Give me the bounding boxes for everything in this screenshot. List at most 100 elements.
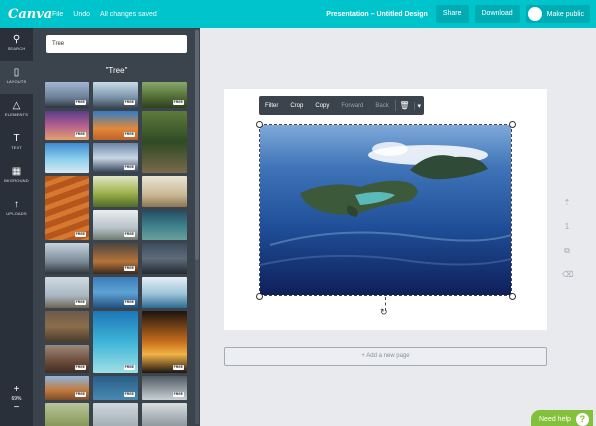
page-number: 1 <box>564 222 570 231</box>
image-thumb[interactable]: FREE <box>142 311 187 373</box>
image-thumb[interactable]: FREE <box>93 277 138 308</box>
page-side-tools: ⇡ 1 ⧉ ⌫ <box>562 191 573 287</box>
copy-button[interactable]: Copy <box>309 103 335 109</box>
image-thumb[interactable]: FREE <box>93 376 138 400</box>
background-icon: ▦ <box>11 166 22 177</box>
image-thumb[interactable] <box>45 311 89 342</box>
image-thumb[interactable] <box>45 143 89 173</box>
image-thumb[interactable] <box>142 176 187 207</box>
question-icon: ? <box>575 412 589 426</box>
image-thumb[interactable] <box>93 403 138 426</box>
need-help-button[interactable]: Need help ? <box>531 410 593 426</box>
image-thumb[interactable]: FREE <box>45 111 89 140</box>
add-page-button[interactable]: + Add a new page <box>224 347 547 366</box>
image-thumb[interactable]: FREE <box>93 243 138 274</box>
free-badge: FREE <box>74 300 86 305</box>
rail-label-background: BKGROUND <box>4 178 29 183</box>
free-badge: FREE <box>74 100 86 105</box>
resize-handle-top-left[interactable] <box>256 121 263 128</box>
top-bar: Canva File Undo All changes saved Presen… <box>0 0 596 28</box>
image-thumb[interactable] <box>142 403 187 426</box>
rail-item-background[interactable]: ▦ BKGROUND <box>0 160 33 193</box>
upload-icon: ↑ <box>14 199 19 210</box>
zoom-out-button[interactable]: − <box>0 402 33 414</box>
free-badge: FREE <box>123 232 135 237</box>
resize-handle-top-right[interactable] <box>509 121 516 128</box>
rail-label-uploads: UPLOADS <box>6 211 27 216</box>
back-button[interactable]: Back <box>369 103 394 109</box>
elements-icon: △ <box>12 100 21 111</box>
rail-item-text[interactable]: T TEXT <box>0 127 33 160</box>
free-badge: FREE <box>123 300 135 305</box>
move-up-icon[interactable]: ⇡ <box>562 191 572 215</box>
filter-button[interactable]: Filter <box>259 103 284 109</box>
rail-item-layouts[interactable]: ▯ LAYOUTS <box>0 61 33 94</box>
free-badge: FREE <box>123 165 135 170</box>
rail-label-search: SEARCH <box>7 46 26 51</box>
image-thumb[interactable]: FREE <box>93 111 138 140</box>
results-title: "Tree" <box>105 66 128 75</box>
rail-item-elements[interactable]: △ ELEMENTS <box>0 94 33 127</box>
canva-logo[interactable]: Canva <box>8 7 52 22</box>
image-thumb[interactable]: FREE <box>93 311 138 373</box>
image-thumb[interactable]: FREE <box>45 345 89 373</box>
free-badge: FREE <box>74 232 86 237</box>
image-thumb[interactable]: FREE <box>93 210 138 240</box>
trash-icon[interactable]: 🗑 <box>395 101 413 110</box>
save-status: All changes saved <box>100 10 157 18</box>
image-thumb[interactable] <box>45 243 89 274</box>
image-thumb[interactable]: FREE <box>93 82 138 108</box>
need-help-label: Need help <box>539 415 571 423</box>
search-input[interactable]: Tree <box>46 35 187 53</box>
image-thumb[interactable] <box>45 403 89 426</box>
rail-item-uploads[interactable]: ↑ UPLOADS <box>0 193 33 226</box>
document-title[interactable]: Presentation – Untitled Design <box>326 11 428 18</box>
image-search-panel: Tree "Tree" FREE FREE FREE FREE FREE FRE… <box>33 28 200 426</box>
rotate-handle-icon[interactable]: ↻ <box>380 307 388 318</box>
free-badge: FREE <box>172 392 184 397</box>
free-badge: FREE <box>172 100 184 105</box>
selection-box <box>259 124 512 296</box>
panel-scrollbar-thumb[interactable] <box>195 30 199 260</box>
image-thumb[interactable]: FREE <box>45 376 89 400</box>
make-public-button[interactable]: Make public <box>525 5 590 23</box>
file-menu[interactable]: File <box>52 11 63 18</box>
image-thumb[interactable] <box>142 111 187 173</box>
search-icon: ⚲ <box>12 34 21 45</box>
delete-page-icon[interactable]: ⌫ <box>562 263 573 287</box>
crop-button[interactable]: Crop <box>284 103 309 109</box>
rail-label-elements: ELEMENTS <box>4 112 29 117</box>
image-thumb[interactable]: FREE <box>45 176 89 240</box>
chevron-down-icon[interactable]: ▾ <box>413 101 424 110</box>
make-public-label: Make public <box>546 10 584 18</box>
download-button[interactable]: Download <box>474 5 520 23</box>
left-rail: ⚲ SEARCH ▯ LAYOUTS △ ELEMENTS T TEXT ▦ B… <box>0 28 33 426</box>
image-thumb[interactable] <box>142 277 187 308</box>
image-thumb[interactable]: FREE <box>142 376 187 400</box>
zoom-in-button[interactable]: + <box>0 384 33 396</box>
image-thumb[interactable]: FREE <box>45 277 89 308</box>
free-badge: FREE <box>123 266 135 271</box>
zoom-controls: + 69% − <box>0 384 33 414</box>
image-thumb[interactable] <box>142 210 187 240</box>
duplicate-page-icon[interactable]: ⧉ <box>562 239 572 263</box>
image-thumb[interactable]: FREE <box>142 82 187 108</box>
free-badge: FREE <box>123 100 135 105</box>
text-icon: T <box>13 133 20 144</box>
top-menu: File Undo All changes saved <box>52 11 157 18</box>
resize-handle-bottom-right[interactable] <box>509 293 516 300</box>
image-thumb[interactable]: FREE <box>45 82 89 108</box>
image-thumb[interactable]: FREE <box>93 143 138 173</box>
design-workspace: ↻ Filter Crop Copy Forward Back 🗑 ▾ ⇡ 1 … <box>200 28 596 426</box>
design-page[interactable]: ↻ <box>224 89 547 330</box>
rail-item-search[interactable]: ⚲ SEARCH <box>0 28 33 61</box>
rail-label-text: TEXT <box>10 145 23 150</box>
forward-button[interactable]: Forward <box>335 103 369 109</box>
free-badge: FREE <box>172 365 184 370</box>
free-badge: FREE <box>74 392 86 397</box>
share-button[interactable]: Share <box>435 5 469 23</box>
resize-handle-bottom-left[interactable] <box>256 293 263 300</box>
image-thumb[interactable] <box>93 176 138 207</box>
undo-button[interactable]: Undo <box>73 11 90 18</box>
image-thumb[interactable] <box>142 243 187 274</box>
